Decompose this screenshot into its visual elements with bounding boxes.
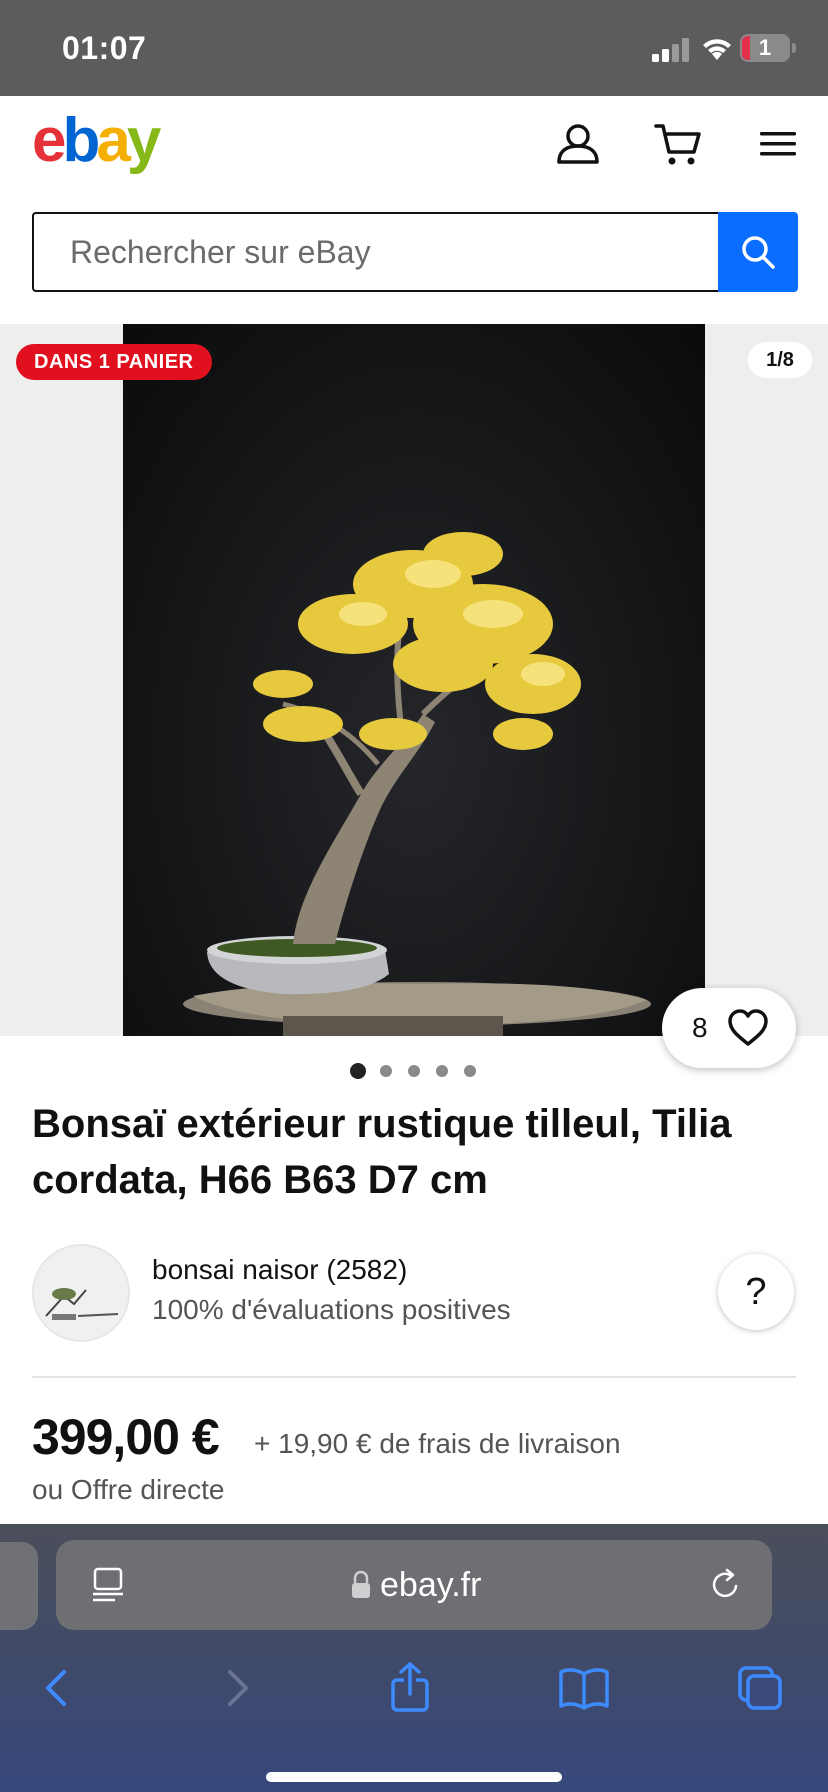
seller-name[interactable]: bonsai naisor (2582) — [152, 1254, 407, 1286]
back-icon[interactable] — [30, 1660, 86, 1716]
cart-icon[interactable] — [654, 120, 702, 168]
seller-logo-image — [34, 1246, 128, 1340]
carousel-dots[interactable] — [350, 1062, 480, 1080]
carousel-dot[interactable] — [408, 1065, 420, 1077]
reader-icon[interactable] — [90, 1566, 126, 1604]
url-text[interactable]: ebay.fr — [380, 1540, 481, 1630]
carousel-dot[interactable] — [380, 1065, 392, 1077]
product-photo[interactable] — [123, 324, 705, 1036]
best-offer-text: ou Offre directe — [32, 1474, 225, 1505]
battery-tip — [792, 43, 796, 53]
watch-count: 8 — [692, 1012, 708, 1043]
home-indicator — [266, 1772, 562, 1782]
battery-percent: 1 — [758, 35, 772, 60]
bookmarks-icon[interactable] — [556, 1660, 612, 1716]
reload-icon[interactable] — [708, 1566, 744, 1604]
browser-toolbar: ebay.fr — [0, 1524, 828, 1792]
search-input[interactable]: Rechercher sur eBay — [32, 212, 720, 292]
image-counter: 1/8 — [748, 342, 812, 378]
tabs-icon[interactable] — [732, 1660, 788, 1716]
help-button[interactable]: ? — [718, 1254, 794, 1330]
site-header: ebay — [0, 96, 828, 208]
search-icon — [742, 236, 775, 269]
in-cart-badge: DANS 1 PANIER — [16, 344, 212, 380]
image-gallery[interactable]: DANS 1 PANIER 1/8 — [0, 324, 828, 1036]
carousel-dot[interactable] — [464, 1065, 476, 1077]
bonsai-image — [183, 532, 651, 1036]
ebay-logo[interactable]: ebay — [32, 110, 161, 172]
seller-rating: 100% d'évaluations positives — [152, 1294, 511, 1325]
seller-avatar[interactable] — [32, 1244, 130, 1342]
status-time: 01:07 — [62, 30, 147, 66]
previous-tab-preview[interactable] — [0, 1542, 38, 1630]
address-bar[interactable]: ebay.fr — [56, 1540, 772, 1630]
shipping-cost: + 19,90 € de frais de livraison — [254, 1428, 621, 1459]
battery-icon: 1 — [740, 34, 790, 62]
search-bar: Rechercher sur eBay — [32, 212, 798, 292]
item-price: 399,00 € — [32, 1409, 220, 1465]
listing-title: Bonsaï extérieur rustique tilleul, Tilia… — [32, 1102, 732, 1202]
carousel-dot[interactable] — [350, 1063, 366, 1079]
search-button[interactable] — [718, 212, 798, 292]
account-icon[interactable] — [554, 120, 602, 168]
share-icon[interactable] — [382, 1660, 438, 1716]
menu-icon[interactable] — [754, 120, 802, 168]
watchlist-button[interactable]: 8 — [662, 988, 796, 1068]
divider — [32, 1376, 796, 1378]
wifi-icon — [703, 39, 731, 60]
forward-icon[interactable] — [208, 1660, 264, 1716]
status-bar: 01:07 1 — [0, 0, 828, 96]
cellular-signal-icon — [652, 38, 689, 62]
lock-icon — [352, 1570, 370, 1598]
heart-icon — [728, 1009, 768, 1046]
carousel-dot[interactable] — [436, 1065, 448, 1077]
